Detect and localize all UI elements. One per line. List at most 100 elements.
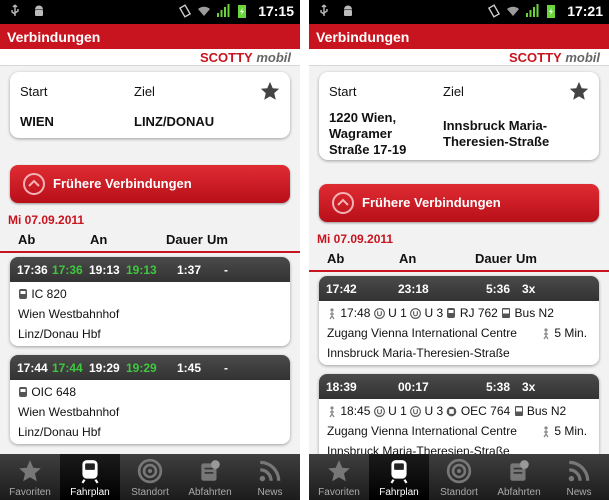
arrival-time: 00:17 xyxy=(398,380,429,394)
ubahn-icon xyxy=(373,308,385,320)
connection-card[interactable]: 17:42 23:18 5:36 3x 17:48 U 1 U 3 RJ 762… xyxy=(319,276,599,365)
travel-date: Mi 07.09.2011 xyxy=(8,213,85,227)
ziel-value-line: Theresien-Straße xyxy=(443,134,550,149)
to-station: Innsbruck Maria-Theresien-Straße xyxy=(327,346,510,360)
start-label: Start xyxy=(20,84,48,99)
transport-line: 17:48 U 1 U 3 RJ 762 Bus N2 xyxy=(327,306,554,320)
changes: 3x xyxy=(522,380,536,394)
nav-news[interactable]: News xyxy=(549,454,609,500)
train-name: OEC 764 xyxy=(460,404,511,418)
start-value-line: 1220 Wien, xyxy=(329,110,397,125)
nav-fahrplan[interactable]: Fahrplan xyxy=(60,454,120,500)
divider xyxy=(309,270,609,272)
train-front-icon xyxy=(390,460,408,484)
nav-abfahrten[interactable]: Abfahrten xyxy=(489,454,549,500)
earlier-connections-button[interactable]: Frühere Verbindungen xyxy=(319,184,599,222)
brand-logo: SCOTTY xyxy=(508,50,562,65)
to-station: Linz/Donau Hbf xyxy=(18,425,101,439)
ubahn-line: U 1 xyxy=(388,306,407,320)
bottom-navigation: Favoriten Fahrplan Standort Abfahrten Ne… xyxy=(0,454,300,500)
col-an: An xyxy=(90,232,108,247)
left-phone-screen: 17:15 Verbindungen SCOTTY mobil Start Zi… xyxy=(0,0,300,500)
nav-fahrplan[interactable]: Fahrplan xyxy=(369,454,429,500)
col-ab: Ab xyxy=(327,251,345,266)
chevron-up-icon xyxy=(23,173,45,195)
nav-label: Abfahrten xyxy=(188,487,232,498)
walk-icon xyxy=(329,308,335,320)
duration: 1:45 xyxy=(177,361,202,375)
ubahn-line: U 3 xyxy=(424,404,444,418)
bus-icon xyxy=(502,307,511,318)
ziel-value: Innsbruck Maria- Theresien-Straße xyxy=(443,118,549,150)
status-time: 17:21 xyxy=(567,3,603,19)
search-summary-card[interactable]: Start Ziel 1220 Wien, Wagramer Straße 17… xyxy=(319,72,599,160)
page-title: Verbindungen xyxy=(0,24,300,49)
status-time: 17:15 xyxy=(258,3,294,19)
start-value-line: Wagramer xyxy=(329,126,393,141)
favorite-star-icon[interactable] xyxy=(259,80,281,102)
train-name: RJ 762 xyxy=(459,306,498,320)
nav-label: Fahrplan xyxy=(70,487,110,498)
usb-icon xyxy=(11,4,19,16)
travel-date: Mi 07.09.2011 xyxy=(317,232,394,246)
vibrate-icon xyxy=(179,4,192,18)
bus-line: Bus N2 xyxy=(526,404,567,418)
col-um: Um xyxy=(516,251,537,266)
nav-abfahrten[interactable]: Abfahrten xyxy=(180,454,240,500)
nav-label: Abfahrten xyxy=(497,487,541,498)
battery-icon xyxy=(547,5,556,18)
duration: 5:38 xyxy=(486,380,511,394)
android-icon xyxy=(344,5,352,16)
walk-start-time: 17:48 xyxy=(340,306,371,320)
page-title: Verbindungen xyxy=(309,24,609,49)
favorite-star-icon[interactable] xyxy=(568,80,590,102)
train-name: OIC 648 xyxy=(31,385,77,399)
earlier-connections-button[interactable]: Frühere Verbindungen xyxy=(10,165,290,203)
departure-time: 17:42 xyxy=(326,282,357,296)
search-summary-card[interactable]: Start Ziel WIEN LINZ/DONAU xyxy=(10,72,290,138)
date-header: Mi 07.09.2011 Ab An Dauer Um xyxy=(309,228,609,272)
nav-favoriten[interactable]: Favoriten xyxy=(0,454,60,500)
changes: - xyxy=(224,263,228,277)
arrival-time: 19:13 xyxy=(89,263,120,277)
duration: 1:37 xyxy=(177,263,202,277)
nav-news[interactable]: News xyxy=(240,454,300,500)
from-station: Wien Westbahnhof xyxy=(18,405,120,419)
connection-card[interactable]: 18:39 00:17 5:38 3x 18:45 U 1 U 3 OEC 76… xyxy=(319,374,599,463)
train-icon xyxy=(19,288,27,299)
target-icon xyxy=(137,458,163,484)
departure-realtime: 17:36 xyxy=(52,263,83,277)
walk-icon xyxy=(543,426,549,438)
departure-time: 18:39 xyxy=(326,380,357,394)
start-value-line: Straße 17-19 xyxy=(329,142,407,157)
ziel-label: Ziel xyxy=(134,84,155,99)
from-station: Zugang Vienna International Centre xyxy=(327,326,517,340)
nav-label: Fahrplan xyxy=(379,487,419,498)
nav-favoriten[interactable]: Favoriten xyxy=(309,454,369,500)
nav-standort[interactable]: Standort xyxy=(429,454,489,500)
start-value: 1220 Wien, Wagramer Straße 17-19 xyxy=(329,110,406,158)
brand-logo: SCOTTY xyxy=(199,50,253,65)
earlier-connections-label: Frühere Verbindungen xyxy=(362,195,501,210)
nav-label: News xyxy=(566,487,592,498)
ziel-label: Ziel xyxy=(443,84,464,99)
ziel-value-line: Innsbruck Maria- xyxy=(443,118,548,133)
arrival-realtime: 19:29 xyxy=(126,361,157,375)
transport-line: IC 820 xyxy=(18,287,67,301)
transport-line: 18:45 U 1 U 3 OEC 764 Bus N2 xyxy=(327,404,566,418)
train-icon xyxy=(19,386,27,397)
status-bar: 17:21 xyxy=(309,0,609,24)
ubahn-line: U 1 xyxy=(388,404,407,418)
divider xyxy=(0,251,300,253)
start-value: WIEN xyxy=(20,114,54,129)
connection-card[interactable]: 17:44 17:44 19:29 19:29 1:45 - OIC 648 W… xyxy=(10,355,290,444)
earlier-connections-label: Frühere Verbindungen xyxy=(53,176,192,191)
wifi-icon xyxy=(198,6,211,16)
walk-icon xyxy=(329,406,335,418)
departures-board-icon xyxy=(510,460,529,481)
rss-icon xyxy=(259,460,281,482)
ubahn-line: U 3 xyxy=(424,306,444,320)
connection-card[interactable]: 17:36 17:36 19:13 19:13 1:37 - IC 820 Wi… xyxy=(10,257,290,346)
nav-standort[interactable]: Standort xyxy=(120,454,180,500)
status-bar: 17:15 xyxy=(0,0,300,24)
